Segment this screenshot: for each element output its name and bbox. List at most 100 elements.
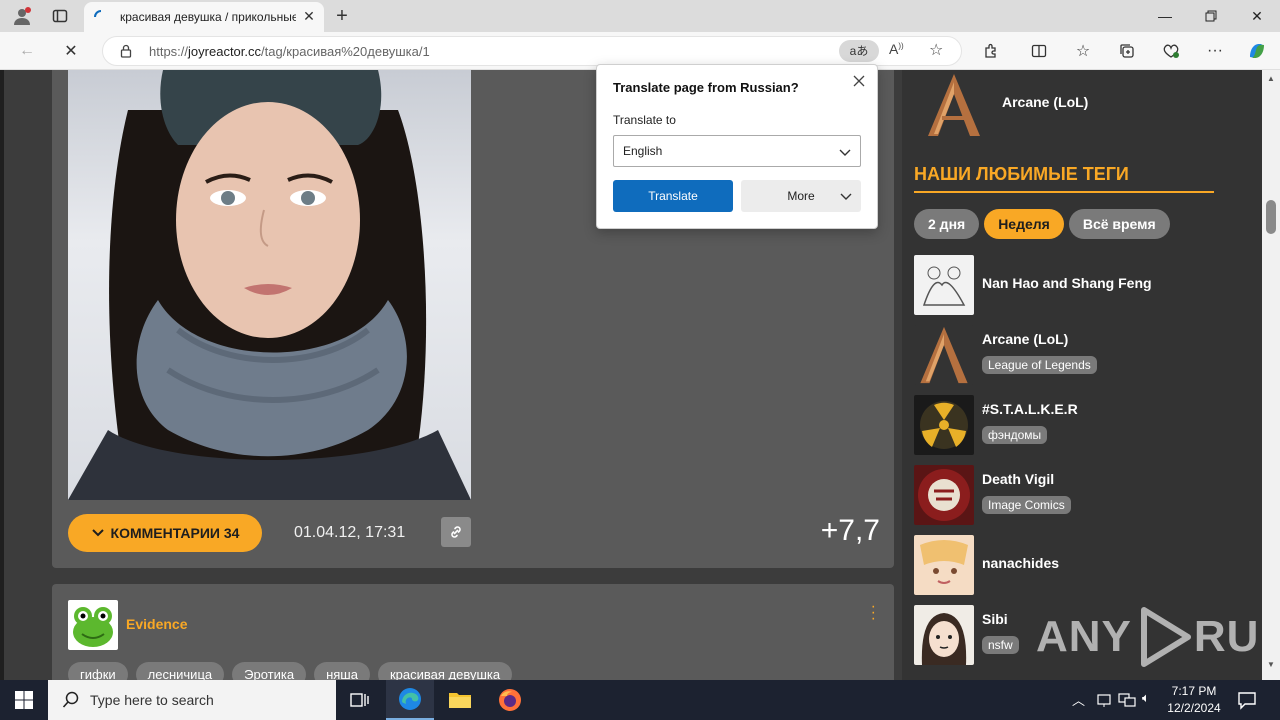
tag-badge[interactable]: Image Comics [982,496,1071,514]
taskbar-clock[interactable]: 7:17 PM 12/2/2024 [1164,683,1224,717]
comments-button[interactable]: КОММЕНТАРИИ 34 [68,514,262,552]
tag-name: Arcane (LoL) [982,331,1069,347]
tab-actions-icon[interactable] [48,4,72,28]
favorite-star-icon[interactable]: ☆ [929,40,943,60]
stop-loading-icon[interactable]: ✕ [58,38,84,64]
search-placeholder: Type here to search [90,692,214,708]
tag-name: Nan Hao and Shang Feng [982,275,1152,291]
tag-name: #S.T.A.L.K.E.R [982,401,1078,417]
extensions-icon[interactable] [978,38,1004,64]
loading-favicon-icon [94,10,102,18]
tag-badge[interactable]: nsfw [982,636,1019,654]
tag-thumbnail [914,535,974,595]
tab-title: красивая девушка / прикольные [120,10,296,24]
author-name[interactable]: Evidence [126,616,187,632]
tab-close-icon[interactable]: ✕ [300,7,318,25]
firefox-icon[interactable] [486,680,534,720]
translate-title: Translate page from Russian? [613,80,799,95]
restore-button[interactable] [1188,0,1234,32]
tag-badge[interactable]: фэндомы [982,426,1048,444]
clock-time: 7:17 PM [1171,684,1217,698]
translate-to-label: Translate to [613,113,676,127]
lock-icon[interactable] [119,44,133,58]
post-menu-icon[interactable]: · · · [871,599,876,627]
clock-date: 12/2/2024 [1167,701,1221,715]
back-icon[interactable]: ← [14,38,40,64]
tag-chip[interactable]: гифки [68,662,128,680]
tag-chip[interactable]: няша [314,662,370,680]
permalink-button[interactable] [441,517,471,547]
translate-icon[interactable]: aあ [839,40,879,62]
address-bar[interactable]: https://joyreactor.cc/tag/красивая%20дев… [102,36,962,66]
period-tab-week[interactable]: Неделя [984,209,1064,239]
tag-thumbnail [914,255,974,315]
read-aloud-icon[interactable]: A)) [889,41,904,57]
chevron-down-icon [91,529,104,537]
tag-chip[interactable]: красивая девушка [377,662,513,680]
more-button[interactable]: More [741,180,861,212]
new-tab-icon[interactable]: + [330,4,354,28]
profile-icon[interactable] [10,4,34,28]
notifications-icon[interactable] [1236,689,1258,711]
scroll-down-icon[interactable]: ▼ [1267,660,1275,669]
period-tab-2-days[interactable]: 2 дня [914,209,980,239]
tag-thumbnail [914,605,974,665]
url-text: https://joyreactor.cc/tag/красивая%20дев… [149,44,430,59]
close-window-button[interactable]: ✕ [1234,0,1280,32]
post-rating: +7,7 [820,514,880,547]
tab-strip: красивая девушка / прикольные ✕ + — ✕ [0,0,1280,32]
translate-popup: Translate page from Russian? Translate t… [596,64,878,229]
chevron-down-icon [840,193,852,200]
favorites-icon[interactable]: ☆ [1070,38,1096,64]
scroll-thumb[interactable] [1266,200,1276,234]
network-icon[interactable] [1118,692,1136,708]
split-screen-icon[interactable] [1026,38,1052,64]
play-logo-icon [1140,607,1191,667]
sidebar: Arcane (LoL) НАШИ ЛЮБИМЫЕ ТЕГИ 2 дня Нед… [902,70,1262,680]
tag-name: Sibi [982,611,1008,627]
post-image[interactable] [68,70,471,500]
arcane-logo-icon[interactable] [924,72,984,138]
sidebar-top-item[interactable]: Arcane (LoL) [1002,94,1088,110]
start-button[interactable] [0,680,48,720]
period-tab-all-time[interactable]: Всё время [1068,209,1170,239]
network-drive-icon[interactable] [1096,692,1112,708]
favorite-tag-item[interactable]: #S.T.A.L.K.E.R фэндомы [914,395,1234,455]
tag-thumbnail [914,465,974,525]
collections-icon[interactable] [1114,38,1140,64]
tag-chip[interactable]: Эротика [232,662,307,680]
file-explorer-icon[interactable] [436,680,484,720]
comments-label: КОММЕНТАРИИ 34 [110,525,240,541]
tag-name: nanachides [982,555,1060,571]
favorite-tag-item[interactable]: Death Vigil Image Comics [914,465,1234,525]
tag-thumbnail [914,395,974,455]
language-select[interactable]: English [613,135,861,167]
favorite-tag-item[interactable]: Nan Hao and Shang Feng [914,255,1234,315]
more-label: More [787,189,815,203]
selected-language: English [623,144,663,158]
tag-name: Death Vigil [982,471,1055,487]
page-scrollbar[interactable]: ▲ ▼ [1262,70,1280,680]
avatar[interactable] [68,600,118,650]
tag-chip[interactable]: лесничица [135,662,225,680]
browser-essentials-icon[interactable] [1158,38,1184,64]
copilot-icon[interactable] [1244,38,1270,64]
task-view-icon[interactable] [336,680,384,720]
more-menu-icon[interactable]: ··· [1202,38,1228,64]
scroll-up-icon[interactable]: ▲ [1267,74,1275,83]
taskbar-search[interactable]: Type here to search [48,680,336,720]
favorite-tag-item[interactable]: nanachides [914,535,1234,595]
post-card: Evidence · · · гифки лесничица Эротика няш… [52,584,894,680]
tag-badge[interactable]: League of Legends [982,356,1097,374]
favorite-tag-item[interactable]: Arcane (LoL) League of Legends [914,325,1234,385]
edge-taskbar-icon[interactable] [386,680,434,720]
volume-icon[interactable]: 🔈︎ [1142,690,1150,706]
anyrun-watermark: ANY RUN [1036,606,1262,668]
minimize-button[interactable]: — [1142,0,1188,32]
tray-overflow-icon[interactable]: ︿ [1072,690,1085,709]
translate-button[interactable]: Translate [613,180,733,212]
tab-active[interactable]: красивая девушка / прикольные ✕ [84,2,324,32]
close-icon[interactable] [851,73,867,89]
chevron-down-icon [839,149,851,156]
search-icon [62,691,79,708]
